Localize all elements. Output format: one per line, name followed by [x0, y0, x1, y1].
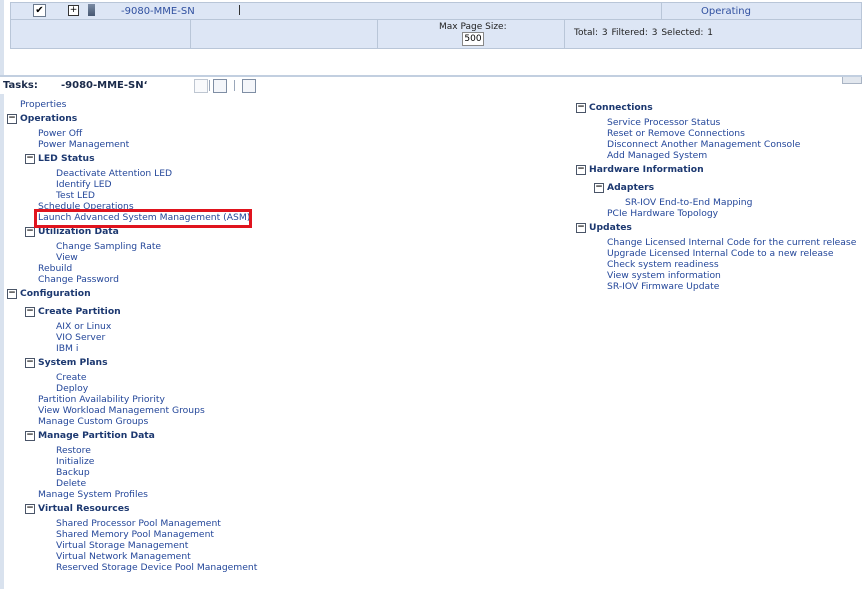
task-power-management[interactable]: Power Management	[38, 139, 129, 150]
task-shared-memory-pool[interactable]: Shared Memory Pool Management	[56, 529, 214, 540]
group-utilization-data[interactable]: Utilization Data	[38, 226, 119, 237]
task-properties[interactable]: Properties	[20, 99, 66, 110]
task-identify-led[interactable]: Identify LED	[56, 179, 112, 190]
task-shared-processor-pool[interactable]: Shared Processor Pool Management	[56, 518, 221, 529]
collapse-icon[interactable]: −	[25, 504, 35, 514]
text-cursor	[239, 5, 240, 15]
task-partition-availability[interactable]: Partition Availability Priority	[38, 394, 165, 405]
task-view-system-information[interactable]: View system information	[607, 270, 721, 281]
toolbar-divider	[234, 80, 235, 91]
group-create-partition[interactable]: Create Partition	[38, 306, 121, 317]
task-virtual-network[interactable]: Virtual Network Management	[56, 551, 191, 562]
collapse-icon[interactable]: −	[7, 289, 17, 299]
group-hardware-information[interactable]: Hardware Information	[589, 164, 704, 175]
group-configuration[interactable]: Configuration	[20, 288, 91, 299]
toolbar-divider	[209, 80, 210, 91]
task-change-sampling-rate[interactable]: Change Sampling Rate	[56, 241, 161, 252]
task-change-password[interactable]: Change Password	[38, 274, 119, 285]
table-totals: Total: 3 Filtered: 3 Selected: 1	[574, 28, 713, 38]
group-updates[interactable]: Updates	[589, 222, 632, 233]
task-schedule-operations[interactable]: Schedule Operations	[38, 201, 134, 212]
table-footer: Max Page Size: Total: 3 Filtered: 3 Sele…	[10, 20, 862, 49]
footer-cell	[11, 20, 191, 48]
task-vio-server[interactable]: VIO Server	[56, 332, 105, 343]
task-aix-linux[interactable]: AIX or Linux	[56, 321, 111, 332]
copy-icon[interactable]	[194, 79, 208, 93]
task-pcie-topology[interactable]: PCIe Hardware Topology	[607, 208, 718, 219]
task-power-off[interactable]: Power Off	[38, 128, 82, 139]
task-service-processor-status[interactable]: Service Processor Status	[607, 117, 720, 128]
task-reset-remove-connections[interactable]: Reset or Remove Connections	[607, 128, 745, 139]
task-create[interactable]: Create	[56, 372, 87, 383]
collapse-icon[interactable]: −	[576, 223, 586, 233]
group-virtual-resources[interactable]: Virtual Resources	[38, 503, 129, 514]
window-icon[interactable]	[213, 79, 227, 93]
task-disconnect-console[interactable]: Disconnect Another Management Console	[607, 139, 800, 150]
task-initialize[interactable]: Initialize	[56, 456, 94, 467]
collapse-icon[interactable]: −	[25, 358, 35, 368]
collapse-handle[interactable]	[842, 77, 862, 84]
group-led-status[interactable]: LED Status	[38, 153, 95, 164]
table-row[interactable]: ✔ + -9080-MME-SN Operating	[10, 2, 862, 20]
task-change-lic[interactable]: Change Licensed Internal Code for the cu…	[607, 237, 856, 248]
task-workload-groups[interactable]: View Workload Management Groups	[38, 405, 205, 416]
collapse-icon[interactable]: −	[25, 307, 35, 317]
collapse-icon[interactable]: −	[7, 114, 17, 124]
max-page-size-label: Max Page Size:	[439, 22, 507, 32]
task-rebuild[interactable]: Rebuild	[38, 263, 72, 274]
task-sriov-mapping[interactable]: SR-IOV End-to-End Mapping	[625, 197, 752, 208]
tasks-bar: Tasks: -9080-MME-SNʻ	[0, 75, 862, 94]
task-restore[interactable]: Restore	[56, 445, 91, 456]
task-test-led[interactable]: Test LED	[56, 190, 95, 201]
system-name-link[interactable]: -9080-MME-SN	[121, 6, 195, 17]
group-system-plans[interactable]: System Plans	[38, 357, 108, 368]
task-backup[interactable]: Backup	[56, 467, 90, 478]
collapse-icon[interactable]: −	[25, 154, 35, 164]
task-add-managed-system[interactable]: Add Managed System	[607, 150, 707, 161]
footer-cell	[190, 20, 378, 48]
status-link[interactable]: Operating	[701, 6, 751, 17]
collapse-icon[interactable]: −	[25, 431, 35, 441]
group-operations[interactable]: Operations	[20, 113, 77, 124]
column-divider	[661, 3, 662, 19]
task-delete[interactable]: Delete	[56, 478, 86, 489]
collapse-icon[interactable]: −	[25, 227, 35, 237]
task-view[interactable]: View	[56, 252, 78, 263]
collapse-icon[interactable]: −	[594, 183, 604, 193]
task-reserved-storage[interactable]: Reserved Storage Device Pool Management	[56, 562, 257, 573]
task-deploy[interactable]: Deploy	[56, 383, 88, 394]
task-virtual-storage[interactable]: Virtual Storage Management	[56, 540, 188, 551]
task-deactivate-led[interactable]: Deactivate Attention LED	[56, 168, 172, 179]
collapse-icon[interactable]: −	[576, 165, 586, 175]
row-checkbox[interactable]: ✔	[33, 4, 46, 17]
tasks-label: Tasks:	[3, 80, 38, 91]
task-system-profiles[interactable]: Manage System Profiles	[38, 489, 148, 500]
server-icon	[88, 4, 95, 16]
task-check-readiness[interactable]: Check system readiness	[607, 259, 719, 270]
group-manage-partition-data[interactable]: Manage Partition Data	[38, 430, 155, 441]
task-custom-groups[interactable]: Manage Custom Groups	[38, 416, 148, 427]
task-list-icon[interactable]	[242, 79, 256, 93]
max-page-size-input[interactable]	[462, 32, 484, 46]
task-ibm-i[interactable]: IBM i	[56, 343, 78, 354]
collapse-icon[interactable]: −	[576, 103, 586, 113]
task-launch-asm[interactable]: Launch Advanced System Management (ASM)	[38, 212, 250, 223]
group-connections[interactable]: Connections	[589, 102, 653, 113]
task-sriov-firmware-update[interactable]: SR-IOV Firmware Update	[607, 281, 719, 292]
tasks-target-name: -9080-MME-SNʻ	[61, 80, 148, 91]
group-adapters[interactable]: Adapters	[607, 182, 654, 193]
task-upgrade-lic[interactable]: Upgrade Licensed Internal Code to a new …	[607, 248, 833, 259]
expand-icon[interactable]: +	[68, 5, 79, 16]
